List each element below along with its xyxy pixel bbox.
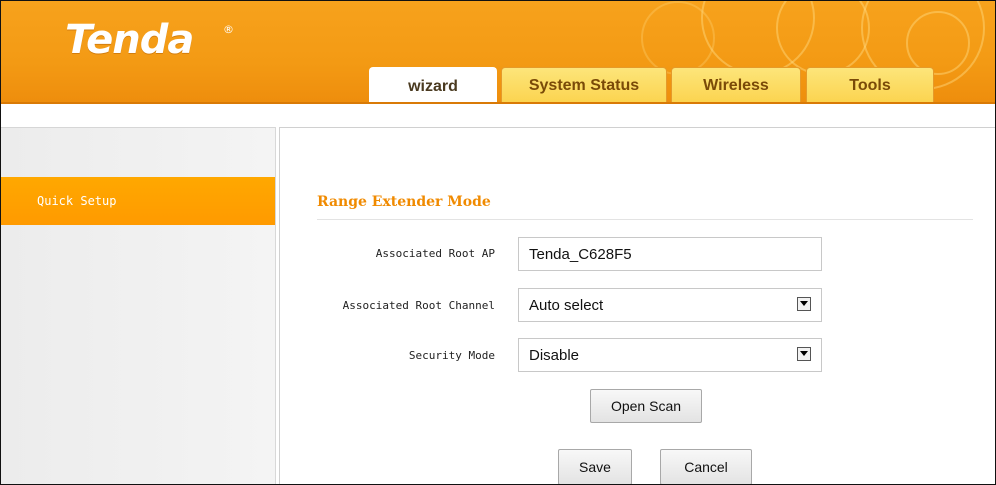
sidebar-item-quick-setup[interactable]: Quick Setup [1, 177, 275, 225]
root-channel-select[interactable]: Auto select [518, 288, 822, 322]
security-mode-label: Security Mode [408, 349, 495, 362]
decorative-circle [641, 1, 715, 75]
tenda-logo: Tenda [65, 17, 194, 63]
tab-system-status[interactable]: System Status [501, 67, 667, 104]
section-title: Range Extender Mode [317, 194, 491, 210]
registered-mark: ® [223, 23, 234, 36]
root-ap-input[interactable]: Tenda_C628F5 [518, 237, 822, 271]
save-button[interactable]: Save [558, 449, 632, 484]
cancel-button[interactable]: Cancel [660, 449, 752, 484]
root-ap-value: Tenda_C628F5 [529, 245, 632, 263]
content-top-border [279, 127, 995, 128]
security-mode-select[interactable]: Disable [518, 338, 822, 372]
header-divider [1, 102, 995, 104]
sidebar: Quick Setup [1, 127, 276, 484]
section-divider [317, 219, 973, 220]
tab-tools[interactable]: Tools [806, 67, 934, 104]
chevron-down-icon[interactable] [797, 347, 811, 361]
security-mode-value: Disable [529, 346, 580, 364]
root-channel-label: Associated Root Channel [342, 299, 495, 312]
root-ap-label: Associated Root AP [375, 247, 495, 260]
root-channel-value: Auto select [529, 296, 604, 314]
header-bar: Tenda ® wizard System Status Wireless To… [1, 1, 995, 104]
tab-wireless[interactable]: Wireless [671, 67, 801, 104]
router-admin-window: Tenda ® wizard System Status Wireless To… [0, 0, 996, 485]
tab-wizard[interactable]: wizard [369, 67, 497, 104]
open-scan-button[interactable]: Open Scan [590, 389, 702, 423]
sidebar-top [1, 127, 275, 178]
chevron-down-icon[interactable] [797, 297, 811, 311]
content-left-border [279, 127, 280, 484]
decorative-circle [906, 11, 970, 75]
